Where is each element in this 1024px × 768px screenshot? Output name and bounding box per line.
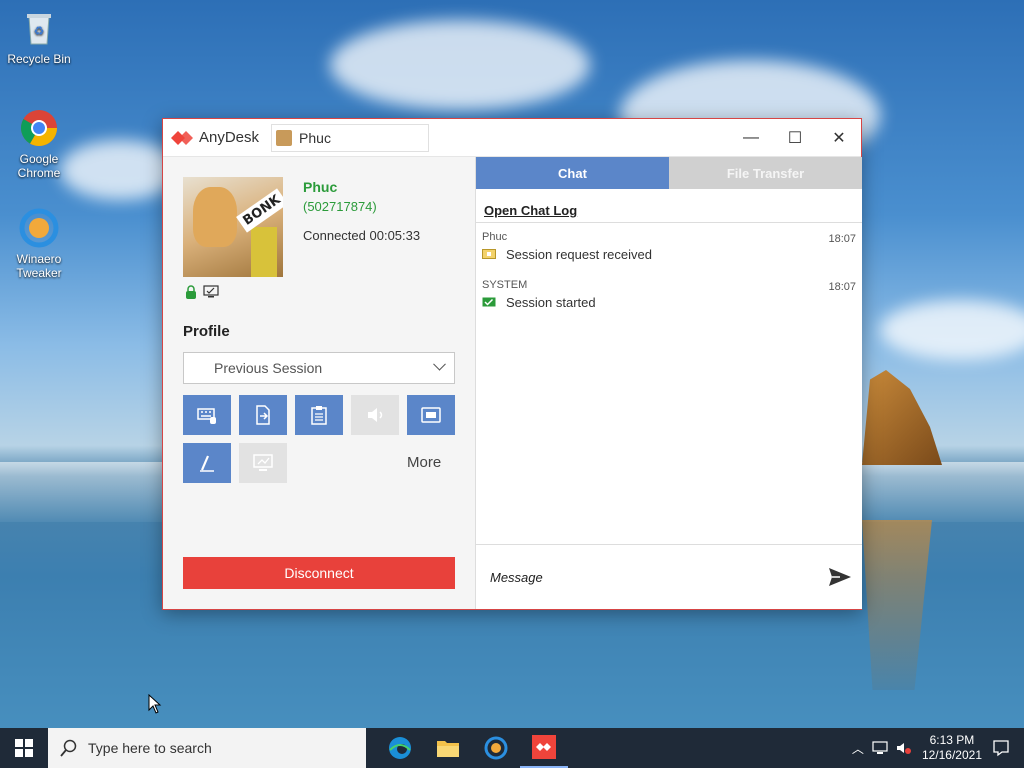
connection-status: Connected 00:05:33 (303, 228, 421, 243)
tab-bar: Chat File Transfer (476, 157, 862, 189)
desktop-icon-label: Winaero Tweaker (16, 252, 62, 280)
clock-time: 6:13 PM (929, 733, 975, 747)
profile-label: Profile (183, 323, 230, 340)
anydesk-icon (532, 735, 556, 759)
cloud (330, 20, 590, 110)
screen-icon (421, 407, 441, 423)
taskbar-file-explorer[interactable] (424, 728, 472, 768)
session-request-icon (482, 248, 496, 259)
start-button[interactable] (0, 728, 48, 768)
message-time: 18:07 (828, 233, 856, 245)
taskbar: Type here to search ︿ 6:13 PM 12/16/2021 (0, 728, 1024, 768)
clock-date: 12/16/2021 (921, 748, 982, 762)
lock-icon (186, 285, 196, 299)
tab-chat[interactable]: Chat (476, 157, 669, 189)
rock-reflection (862, 520, 932, 690)
draw-button[interactable] (183, 443, 231, 483)
session-tab[interactable]: Phuc (271, 123, 430, 152)
search-icon (60, 739, 77, 757)
anydesk-logo: AnyDesk (171, 129, 259, 147)
close-icon: ✕ (832, 129, 846, 147)
keyboard-button[interactable] (183, 395, 231, 435)
session-panel: BONK Phuc (502717874) Connected 00:05:33… (163, 157, 475, 609)
profile-dropdown[interactable]: Previous Session (183, 352, 455, 384)
folder-icon (437, 741, 459, 757)
clock[interactable]: 6:13 PM 12/16/2021 (922, 733, 982, 763)
pen-icon (200, 455, 214, 472)
audio-button[interactable] (351, 395, 399, 435)
chat-message: SYSTEM 18:07 Session started (476, 271, 862, 319)
maximize-icon: ☐ (787, 129, 803, 147)
monitor-icon (253, 454, 273, 471)
desktop-icon-winaero-tweaker[interactable]: Winaero Tweaker (4, 208, 74, 280)
clipboard-icon (311, 406, 327, 425)
tab-file-transfer[interactable]: File Transfer (669, 157, 862, 189)
winaero-tweaker-icon (484, 736, 508, 760)
mouse-cursor-icon (148, 694, 162, 714)
windows-logo-icon (15, 739, 33, 757)
avatar-dog (193, 187, 237, 247)
edge-icon (389, 737, 411, 759)
chevron-down-icon (433, 357, 446, 371)
monitor-button[interactable] (239, 443, 287, 483)
title-bar[interactable]: AnyDesk Phuc — ☐ ✕ (163, 119, 861, 157)
desktop-icon-recycle-bin[interactable]: ♻ Recycle Bin (4, 8, 74, 66)
avatar-caption: BONK (236, 188, 283, 233)
disconnect-button[interactable]: Disconnect (183, 557, 455, 589)
chat-message: Phuc 18:07 Session request received (476, 223, 862, 271)
taskbar-edge[interactable] (376, 728, 424, 768)
chrome-icon (20, 110, 58, 147)
open-chat-log-link[interactable]: Open Chat Log (484, 203, 862, 218)
send-icon[interactable] (828, 567, 852, 587)
close-button[interactable]: ✕ (817, 120, 861, 156)
system-tray: ︿ 6:13 PM 12/16/2021 (852, 733, 1024, 763)
session-started-icon (482, 297, 496, 306)
chevron-up-icon[interactable]: ︿ (852, 740, 864, 757)
chat-panel: Chat File Transfer Open Chat Log Phuc 18… (475, 157, 862, 609)
message-sender: Phuc (482, 231, 508, 243)
taskbar-winaero[interactable] (472, 728, 520, 768)
peer-id: (502717874) (303, 199, 377, 214)
more-button[interactable]: More (407, 454, 441, 471)
winaero-tweaker-icon (19, 208, 59, 248)
minimize-button[interactable]: — (729, 120, 773, 156)
message-bar (476, 544, 862, 609)
speaker-icon (368, 408, 383, 422)
anydesk-window: AnyDesk Phuc — ☐ ✕ BONK Phuc (502717874)… (162, 118, 862, 610)
avatar (276, 129, 293, 146)
profile-selected: Previous Session (214, 360, 323, 376)
desktop-icon-label: Recycle Bin (7, 52, 71, 66)
taskbar-anydesk[interactable] (520, 728, 568, 768)
rock-formation (862, 370, 942, 465)
anydesk-icon (171, 130, 193, 145)
volume-muted-icon[interactable] (896, 741, 912, 755)
search-placeholder: Type here to search (88, 740, 212, 756)
minimize-icon: — (743, 128, 759, 146)
message-text: Session started (506, 295, 596, 310)
cloud (880, 300, 1024, 360)
network-icon[interactable] (872, 741, 888, 755)
peer-name: Phuc (303, 179, 338, 195)
notification-icon[interactable] (992, 739, 1010, 757)
keyboard-icon (197, 408, 216, 424)
maximize-button[interactable]: ☐ (773, 120, 817, 156)
file-transfer-button[interactable] (239, 395, 287, 435)
peer-avatar: BONK (183, 177, 283, 277)
monitor-check-icon (203, 285, 219, 298)
desktop-icon-label: Google Chrome (17, 152, 61, 180)
taskbar-search[interactable]: Type here to search (48, 728, 366, 768)
message-sender: SYSTEM (482, 279, 528, 291)
avatar-bat (251, 227, 277, 277)
message-text: Session request received (506, 247, 652, 262)
file-transfer-icon (256, 405, 270, 425)
message-input[interactable] (488, 568, 812, 586)
screen-button[interactable] (407, 395, 455, 435)
message-time: 18:07 (828, 281, 856, 293)
recycle-bin-icon: ♻ (27, 14, 51, 45)
app-name: AnyDesk (199, 129, 260, 146)
svg-text:♻: ♻ (34, 24, 45, 38)
session-tab-label: Phuc (299, 129, 331, 146)
desktop-icon-google-chrome[interactable]: Google Chrome (4, 108, 74, 180)
clipboard-button[interactable] (295, 395, 343, 435)
